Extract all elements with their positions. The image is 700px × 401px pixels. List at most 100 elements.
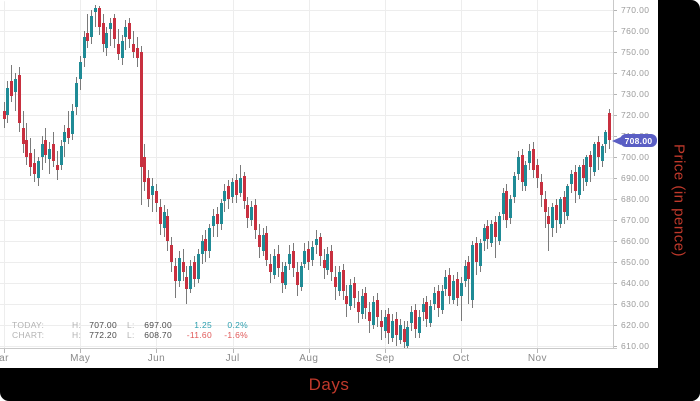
y-axis-tick-label: 660.00 [621,236,649,246]
candle-body [10,81,13,96]
gridline-vertical [156,0,157,348]
candle-body [601,146,604,161]
candle-body [231,182,234,197]
candle-body [250,207,253,220]
gridline-horizontal [0,115,613,116]
candlestick-chart-card: 708.00 TODAY: H: 707.00 L: 697.00 1.25 0… [0,0,700,401]
candle-body [433,293,436,304]
candle-body [204,239,207,252]
candle-body [387,314,390,333]
candle-body [29,153,32,168]
candle-wick [548,207,549,251]
candle-body [235,180,238,195]
chart-change-value: -11.60 [172,330,212,340]
candle-body [140,52,143,168]
candle-body [109,23,112,29]
candle-body [220,203,223,224]
candle-body [265,233,268,260]
candle-body [353,283,356,298]
chart-low-label: L: [127,330,139,340]
candle-body [284,266,287,285]
candle-body [509,199,512,218]
candle-body [170,245,173,262]
candle-body [319,237,322,256]
y-axis-tick-label: 740.00 [621,68,649,78]
candle-body [425,302,428,319]
candle-body [281,272,284,283]
candle-body [464,266,467,281]
candle-body [338,272,341,291]
x-axis-tick-label: Jun [148,353,165,364]
chart-high-value: 772.20 [84,330,117,340]
plot-area[interactable] [0,0,616,348]
candle-body [121,41,124,58]
candle-body [163,212,166,229]
candle-body [551,207,554,228]
candle-body [505,191,508,220]
y-axis-tick-label: 770.00 [621,5,649,15]
candle-body [216,214,219,225]
x-axis-tick-label: ar [0,353,9,364]
candle-body [223,191,226,202]
today-high-value: 707.00 [84,320,117,330]
candle-body [323,260,326,268]
candle-body [56,165,59,169]
y-axis-tick-label: 690.00 [621,173,649,183]
candle-body [174,266,177,281]
candle-body [479,243,482,266]
candle-body [517,157,520,174]
gridline-vertical [4,0,5,348]
candle-body [578,167,581,194]
candle-body [189,266,192,289]
candle-body [467,262,470,279]
gridline-vertical [233,0,234,348]
candle-body [429,306,432,323]
candle-body [452,281,455,300]
candle-body [258,235,261,248]
gridline-horizontal [0,136,613,137]
y-axis-tick-label: 630.00 [621,299,649,309]
candle-body [574,172,577,191]
candle-body [441,291,444,310]
candle-body [521,155,524,182]
candle-body [22,128,25,145]
candle-body [136,48,139,59]
candle-body [357,302,360,313]
candle-body [475,243,478,262]
x-axis-tick-label: Oct [453,353,470,364]
candle-body [437,291,440,308]
candle-body [105,33,108,48]
candle-body [311,247,314,260]
candle-body [178,258,181,281]
y-axis-tick-label: 750.00 [621,47,649,57]
candle-body [143,157,146,182]
candle-body [345,296,348,304]
gridline-horizontal [0,52,613,53]
candle-body [380,321,383,327]
today-low-value: 697.00 [139,320,172,330]
gridline-vertical [385,0,386,348]
y-axis-tick-label: 640.00 [621,278,649,288]
candle-body [372,302,375,325]
x-axis-tick-label: Sep [376,353,395,364]
candle-body [193,262,196,279]
candle-body [269,264,272,272]
candle-body [334,277,337,288]
candle-body [303,251,306,264]
candle-body [79,62,82,79]
candle-body [6,88,9,115]
y-axis-line [613,0,614,349]
candle-body [486,226,489,239]
candle-body [460,283,463,296]
candle-body [361,296,364,315]
candle-body [83,37,86,58]
candle-body [395,319,398,336]
candle-body [128,23,131,40]
candle-body [524,165,527,186]
x-axis-title-panel: Days [0,368,700,401]
y-axis-title-panel: Price (in pence) [658,0,700,401]
current-price-badge: 708.00 [620,134,657,147]
y-axis-tick-label: 680.00 [621,194,649,204]
today-label: TODAY: [12,320,62,330]
candle-body [60,146,63,165]
